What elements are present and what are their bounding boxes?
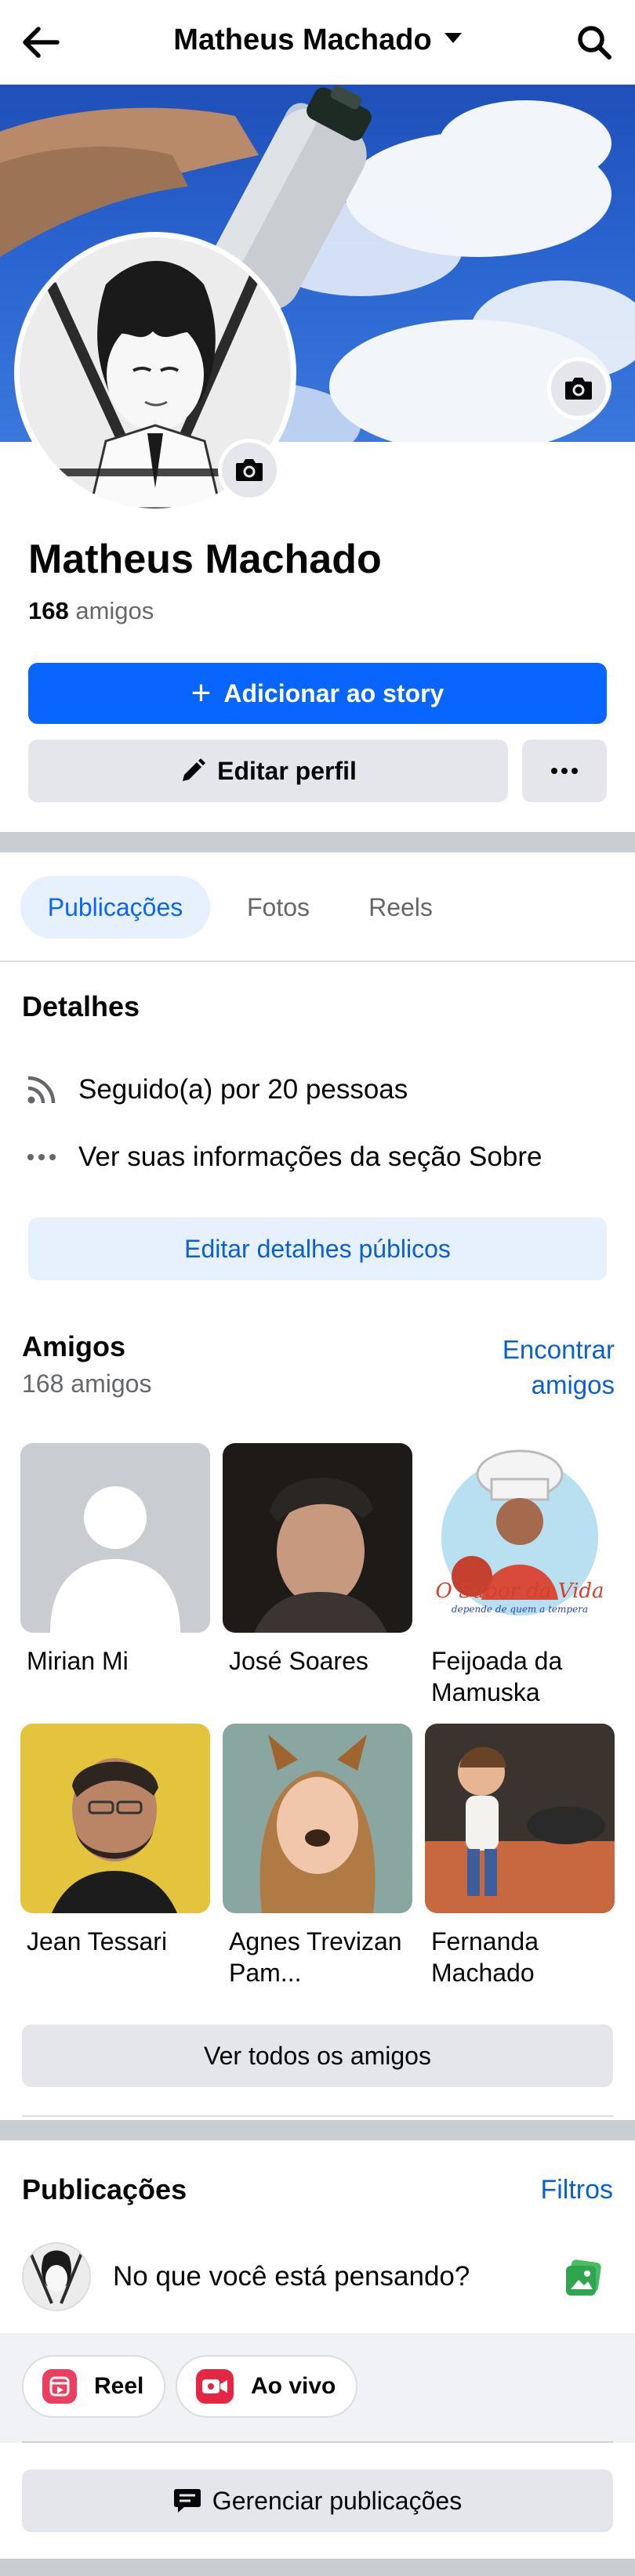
filters-link[interactable]: Filtros — [540, 2175, 613, 2205]
rss-icon — [22, 1070, 61, 1109]
details-heading: Detalhes — [22, 990, 140, 1022]
edit-cover-button[interactable] — [547, 357, 610, 420]
edit-avatar-button[interactable] — [218, 439, 281, 501]
composer-avatar[interactable] — [22, 2242, 91, 2311]
friend-photo — [425, 1724, 615, 1913]
about-info-row[interactable]: Ver suas informações da seção Sobre — [22, 1138, 542, 1177]
friends-count-label: 168 amigos — [22, 1369, 152, 1398]
camera-icon — [236, 459, 263, 481]
posts-heading: Publicações — [22, 2173, 187, 2205]
friend-card[interactable]: Agnes Trevizan Pam... — [223, 1724, 412, 1988]
section-separator — [0, 2120, 635, 2140]
friend-photo — [20, 1724, 210, 1913]
add-photo-button[interactable] — [563, 2258, 604, 2299]
friends-divider — [22, 2115, 613, 2117]
manage-posts-icon — [173, 2489, 201, 2513]
reel-icon — [42, 2369, 77, 2404]
logo-line-1: O Sabor da Vida — [435, 1579, 604, 1603]
friend-card[interactable]: Jean Tessari — [20, 1724, 210, 1957]
section-separator — [0, 2559, 635, 2576]
friend-card[interactable]: Mirian Mi — [20, 1443, 210, 1677]
tabs-divider — [0, 961, 635, 962]
more-dots-icon — [22, 1138, 61, 1177]
friend-name: Mirian Mi — [27, 1647, 129, 1675]
manage-posts-button[interactable]: Gerenciar publicações — [22, 2469, 613, 2532]
see-all-friends-button[interactable]: Ver todos os amigos — [22, 2024, 613, 2087]
cookbook-logo: O Sabor da Vida depende de quem a temper… — [425, 1581, 615, 1614]
more-options-button[interactable] — [522, 740, 607, 802]
find-friends-link[interactable]: Encontrar amigos — [426, 1332, 615, 1402]
tab-publicacoes[interactable]: Publicações — [20, 876, 210, 939]
profile-friends-count[interactable]: 168 amigos — [28, 597, 154, 625]
manage-posts-label: Gerenciar publicações — [212, 2486, 463, 2515]
tab-reels[interactable]: Reels — [350, 876, 452, 939]
friends-number: 168 — [28, 597, 69, 624]
more-dots-icon — [551, 768, 578, 774]
live-video-icon — [196, 2369, 234, 2404]
friend-photo — [223, 1724, 412, 1913]
composer-input[interactable]: No que você está pensando? — [113, 2261, 470, 2292]
edit-profile-button[interactable]: Editar perfil — [28, 740, 508, 802]
friends-heading: Amigos — [22, 1330, 126, 1362]
friend-card[interactable]: Fernanda Machado — [425, 1724, 615, 1988]
camera-icon — [565, 378, 592, 400]
edit-public-details-button[interactable]: Editar detalhes públicos — [28, 1217, 607, 1280]
strip-divider — [22, 2441, 613, 2443]
plus-icon: + — [190, 674, 212, 712]
profile-switcher[interactable]: Matheus Machado — [0, 24, 635, 57]
friend-card[interactable]: O Sabor da Vida depende de quem a temper… — [425, 1443, 615, 1708]
profile-name: Matheus Machado — [28, 537, 382, 582]
followers-row[interactable]: Seguido(a) por 20 pessoas — [22, 1070, 408, 1109]
reel-button[interactable]: Reel — [22, 2355, 166, 2418]
live-label: Ao vivo — [251, 2373, 336, 2399]
tab-fotos[interactable]: Fotos — [227, 876, 329, 939]
add-to-story-button[interactable]: + Adicionar ao story — [28, 663, 607, 724]
friend-name: Feijoada da Mamuska — [431, 1647, 563, 1706]
pencil-icon — [183, 758, 206, 781]
friend-name: Agnes Trevizan Pam... — [229, 1927, 402, 1987]
friends-word: amigos — [75, 597, 154, 624]
friend-name: José Soares — [229, 1647, 368, 1675]
photo-icon — [566, 2259, 601, 2296]
search-icon — [578, 26, 611, 60]
friend-card[interactable]: José Soares — [223, 1443, 412, 1677]
friend-photo — [223, 1443, 412, 1633]
default-avatar-icon — [50, 1486, 180, 1633]
about-info-text: Ver suas informações da seção Sobre — [78, 1141, 542, 1172]
friend-photo: O Sabor da Vida depende de quem a temper… — [425, 1443, 615, 1633]
logo-line-2: depende de quem a tempera — [451, 1604, 589, 1615]
caret-down-icon — [444, 33, 462, 44]
friend-name: Jean Tessari — [27, 1927, 168, 1956]
reel-label: Reel — [94, 2373, 144, 2399]
top-bar: Matheus Machado — [0, 0, 635, 85]
header-title: Matheus Machado — [173, 24, 432, 56]
followed-by-text: Seguido(a) por 20 pessoas — [78, 1074, 408, 1105]
search-button[interactable] — [571, 20, 618, 64]
add-to-story-label: Adicionar ao story — [223, 678, 444, 707]
live-button[interactable]: Ao vivo — [176, 2355, 358, 2418]
friend-name: Fernanda Machado — [431, 1927, 539, 1987]
edit-profile-label: Editar perfil — [217, 756, 357, 785]
friend-photo — [20, 1443, 210, 1633]
section-separator — [0, 832, 635, 852]
